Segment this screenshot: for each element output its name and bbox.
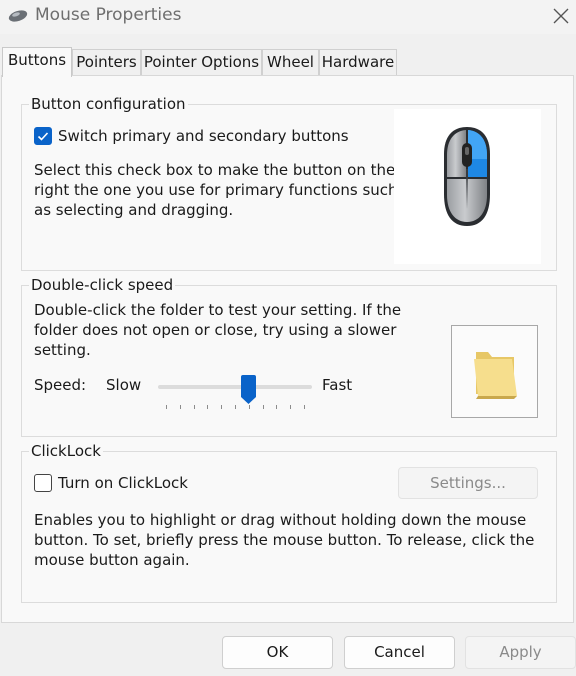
button-config-description-line-3: as selecting and dragging. [34,201,234,219]
slider-tick [290,405,292,409]
tab-wheel[interactable]: Wheel [262,49,319,75]
tab-strip: Buttons Pointers Pointer Options Wheel H… [0,47,576,77]
double-click-speed-title: Double-click speed [29,275,176,295]
slider-tick [179,405,181,409]
slider-tick [193,405,195,409]
tab-buttons[interactable]: Buttons [2,47,72,77]
double-click-description-line-2: folder does not open or close, try using… [34,321,397,339]
switch-buttons-checkbox[interactable] [34,127,52,145]
slider-tick [262,405,264,409]
slider-tick [235,405,236,409]
slow-label: Slow [106,376,142,394]
mouse-button-icon [444,127,490,226]
fast-label: Fast [322,376,353,394]
cancel-button[interactable]: Cancel [344,636,455,669]
clicklock-description-line-2: button. To set, briefly press the mouse … [34,531,535,549]
button-config-description-line-2: right the one you use for primary functi… [34,181,398,199]
slider-tick [166,405,167,409]
slider-tick [248,405,250,409]
tab-pointer-options[interactable]: Pointer Options [141,49,262,75]
slider-tick [221,405,223,409]
mouse-icon [8,10,28,22]
switch-buttons-label[interactable]: Switch primary and secondary buttons [58,126,349,146]
close-icon[interactable] [548,3,574,29]
double-click-description-line-3: setting. [34,341,91,359]
clicklock-description-line-3: mouse button again. [34,551,190,569]
speed-slider-thumb[interactable] [241,375,257,405]
apply-button[interactable]: Apply [465,636,576,669]
tab-hardware[interactable]: Hardware [319,49,397,75]
button-configuration-title: Button configuration [29,94,188,114]
slider-tick [304,405,305,409]
button-config-description-line-1: Select this check box to make the button… [34,161,396,179]
ok-button[interactable]: OK [222,636,333,669]
speed-label: Speed: [34,376,87,394]
title-bar: Mouse Properties [0,0,576,34]
clicklock-title: ClickLock [29,441,103,461]
clicklock-checkbox[interactable] [34,474,52,492]
mouse-preview [394,109,541,264]
clicklock-label[interactable]: Turn on ClickLock [58,473,188,493]
tab-pointers[interactable]: Pointers [72,49,141,75]
clicklock-description-line-1: Enables you to highlight or drag without… [34,511,527,529]
double-click-description-line-1: Double-click the folder to test your set… [34,301,402,319]
checkmark-icon [37,132,49,141]
test-folder-area[interactable] [451,325,538,418]
slider-tick [207,405,209,409]
folder-icon [474,352,517,399]
window-title: Mouse Properties [35,5,182,25]
slider-tick [276,405,278,409]
clicklock-settings-button[interactable]: Settings... [398,467,538,499]
speed-slider-track[interactable] [158,385,312,389]
